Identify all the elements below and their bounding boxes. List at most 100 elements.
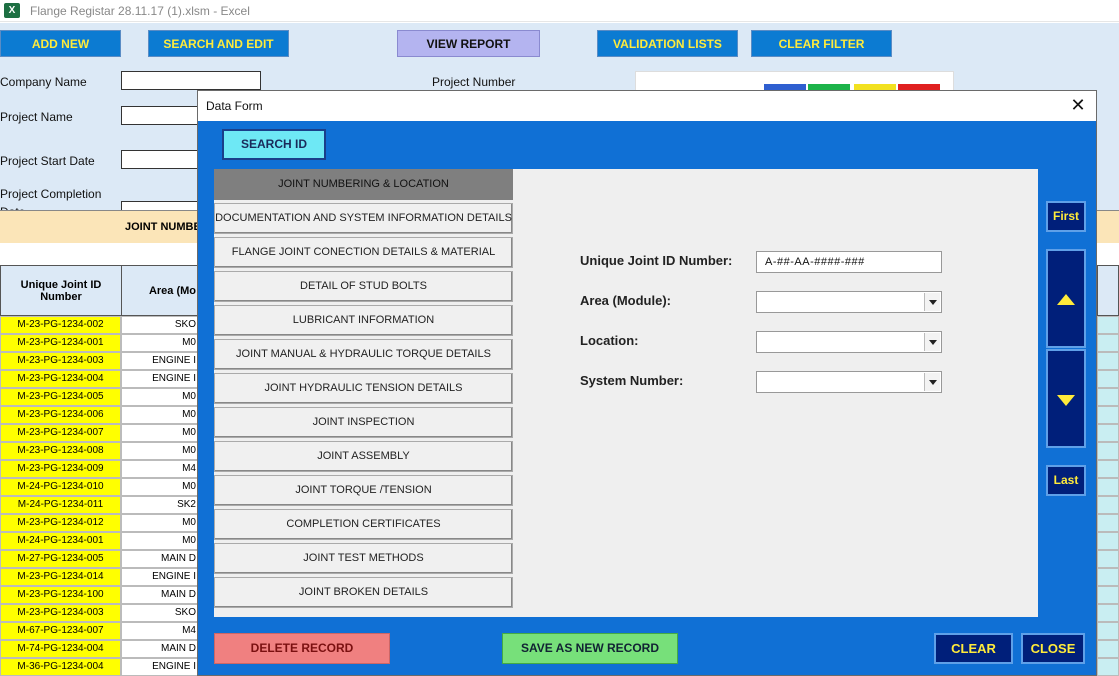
tail-cell[interactable] [1097,496,1119,514]
joint-id-cell[interactable]: M-24-PG-1234-010 [0,478,121,496]
tab-10[interactable]: COMPLETION CERTIFICATES [214,509,513,540]
previous-record-button[interactable] [1046,249,1086,348]
joint-id-cell[interactable]: M-36-PG-1234-004 [0,658,121,676]
tail-cell[interactable] [1097,478,1119,496]
tab-7[interactable]: JOINT INSPECTION [214,407,513,438]
clear-button[interactable]: CLEAR [934,633,1013,664]
tail-cell[interactable] [1097,370,1119,388]
validation-lists-button[interactable]: VALIDATION LISTS [597,30,738,57]
joint-id-cell[interactable]: M-74-PG-1234-004 [0,640,121,658]
company-name-cell[interactable] [121,71,261,90]
tab-4[interactable]: LUBRICANT INFORMATION [214,305,513,336]
area-cell[interactable]: M0 [121,334,199,352]
tab-2[interactable]: FLANGE JOINT CONECTION DETAILS & MATERIA… [214,237,513,268]
tab-6[interactable]: JOINT HYDRAULIC TENSION DETAILS [214,373,513,404]
tab-3[interactable]: DETAIL OF STUD BOLTS [214,271,513,302]
joint-id-cell[interactable]: M-23-PG-1234-005 [0,388,121,406]
tail-cell[interactable] [1097,604,1119,622]
tail-cell[interactable] [1097,334,1119,352]
tail-cell[interactable] [1097,532,1119,550]
tab-11[interactable]: JOINT TEST METHODS [214,543,513,574]
system-number-label: System Number: [580,373,684,388]
tab-5[interactable]: JOINT MANUAL & HYDRAULIC TORQUE DETAILS [214,339,513,370]
area-cell[interactable]: ENGINE I [121,352,199,370]
tail-cell[interactable] [1097,622,1119,640]
joint-id-cell[interactable]: M-23-PG-1234-003 [0,604,121,622]
joint-id-cell[interactable]: M-24-PG-1234-011 [0,496,121,514]
add-new-button[interactable]: ADD NEW [0,30,121,57]
location-select[interactable] [756,331,942,353]
area-cell[interactable]: ENGINE I [121,370,199,388]
chevron-down-icon[interactable] [924,293,940,311]
area-cell[interactable]: M0 [121,388,199,406]
tab-12[interactable]: JOINT BROKEN DETAILS [214,577,513,608]
joint-id-cell[interactable]: M-23-PG-1234-002 [0,316,121,334]
area-cell[interactable]: MAIN D [121,550,199,568]
tail-cell[interactable] [1097,460,1119,478]
search-id-button[interactable]: SEARCH ID [222,129,326,160]
tail-cell[interactable] [1097,658,1119,676]
close-icon[interactable]: ✕ [1068,95,1088,115]
area-cell[interactable]: SKO [121,316,199,334]
tab-1[interactable]: DOCUMENTATION AND SYSTEM INFORMATION DET… [214,203,513,234]
area-cell[interactable]: M0 [121,478,199,496]
tail-cell[interactable] [1097,442,1119,460]
area-cell[interactable]: SK2 [121,496,199,514]
tail-cell[interactable] [1097,406,1119,424]
area-cell[interactable]: ENGINE I [121,568,199,586]
first-record-button[interactable]: First [1046,201,1086,232]
area-cell[interactable]: M4 [121,460,199,478]
chevron-down-icon[interactable] [924,373,940,391]
tail-cell[interactable] [1097,568,1119,586]
area-cell[interactable]: SKO [121,604,199,622]
joint-id-cell[interactable]: M-23-PG-1234-100 [0,586,121,604]
tab-0[interactable]: JOINT NUMBERING & LOCATION [214,169,513,200]
chevron-down-icon[interactable] [924,333,940,351]
search-and-edit-button[interactable]: SEARCH AND EDIT [148,30,289,57]
joint-id-cell[interactable]: M-24-PG-1234-001 [0,532,121,550]
tail-cell[interactable] [1097,316,1119,334]
last-record-button[interactable]: Last [1046,465,1086,496]
area-cell[interactable]: M0 [121,532,199,550]
col-header-area: Area (Mo [121,265,199,316]
joint-id-cell[interactable]: M-23-PG-1234-014 [0,568,121,586]
save-as-new-record-button[interactable]: SAVE AS NEW RECORD [502,633,678,664]
joint-id-cell[interactable]: M-23-PG-1234-009 [0,460,121,478]
tail-cell[interactable] [1097,514,1119,532]
joint-id-cell[interactable]: M-23-PG-1234-007 [0,424,121,442]
tail-cell[interactable] [1097,424,1119,442]
project-start-cell[interactable] [121,150,201,169]
view-report-button[interactable]: VIEW REPORT [397,30,540,57]
area-cell[interactable]: MAIN D [121,586,199,604]
joint-id-cell[interactable]: M-23-PG-1234-008 [0,442,121,460]
clear-filter-button[interactable]: CLEAR FILTER [751,30,892,57]
joint-id-input[interactable]: A-##-AA-####-### [756,251,942,273]
joint-id-cell[interactable]: M-23-PG-1234-001 [0,334,121,352]
joint-id-cell[interactable]: M-67-PG-1234-007 [0,622,121,640]
tail-cell[interactable] [1097,352,1119,370]
area-cell[interactable]: MAIN D [121,640,199,658]
area-cell[interactable]: M4 [121,622,199,640]
tab-9[interactable]: JOINT TORQUE /TENSION [214,475,513,506]
joint-id-cell[interactable]: M-23-PG-1234-004 [0,370,121,388]
tail-cell[interactable] [1097,586,1119,604]
close-button[interactable]: CLOSE [1021,633,1085,664]
area-cell[interactable]: M0 [121,442,199,460]
tail-cell[interactable] [1097,388,1119,406]
project-name-cell[interactable] [121,106,201,125]
joint-id-cell[interactable]: M-27-PG-1234-005 [0,550,121,568]
system-number-select[interactable] [756,371,942,393]
joint-id-cell[interactable]: M-23-PG-1234-006 [0,406,121,424]
area-cell[interactable]: M0 [121,424,199,442]
tail-cell[interactable] [1097,640,1119,658]
next-record-button[interactable] [1046,349,1086,448]
joint-id-cell[interactable]: M-23-PG-1234-012 [0,514,121,532]
area-cell[interactable]: M0 [121,514,199,532]
tail-cell[interactable] [1097,550,1119,568]
tab-8[interactable]: JOINT ASSEMBLY [214,441,513,472]
area-cell[interactable]: ENGINE I [121,658,199,676]
area-select[interactable] [756,291,942,313]
area-cell[interactable]: M0 [121,406,199,424]
joint-id-cell[interactable]: M-23-PG-1234-003 [0,352,121,370]
delete-record-button[interactable]: DELETE RECORD [214,633,390,664]
